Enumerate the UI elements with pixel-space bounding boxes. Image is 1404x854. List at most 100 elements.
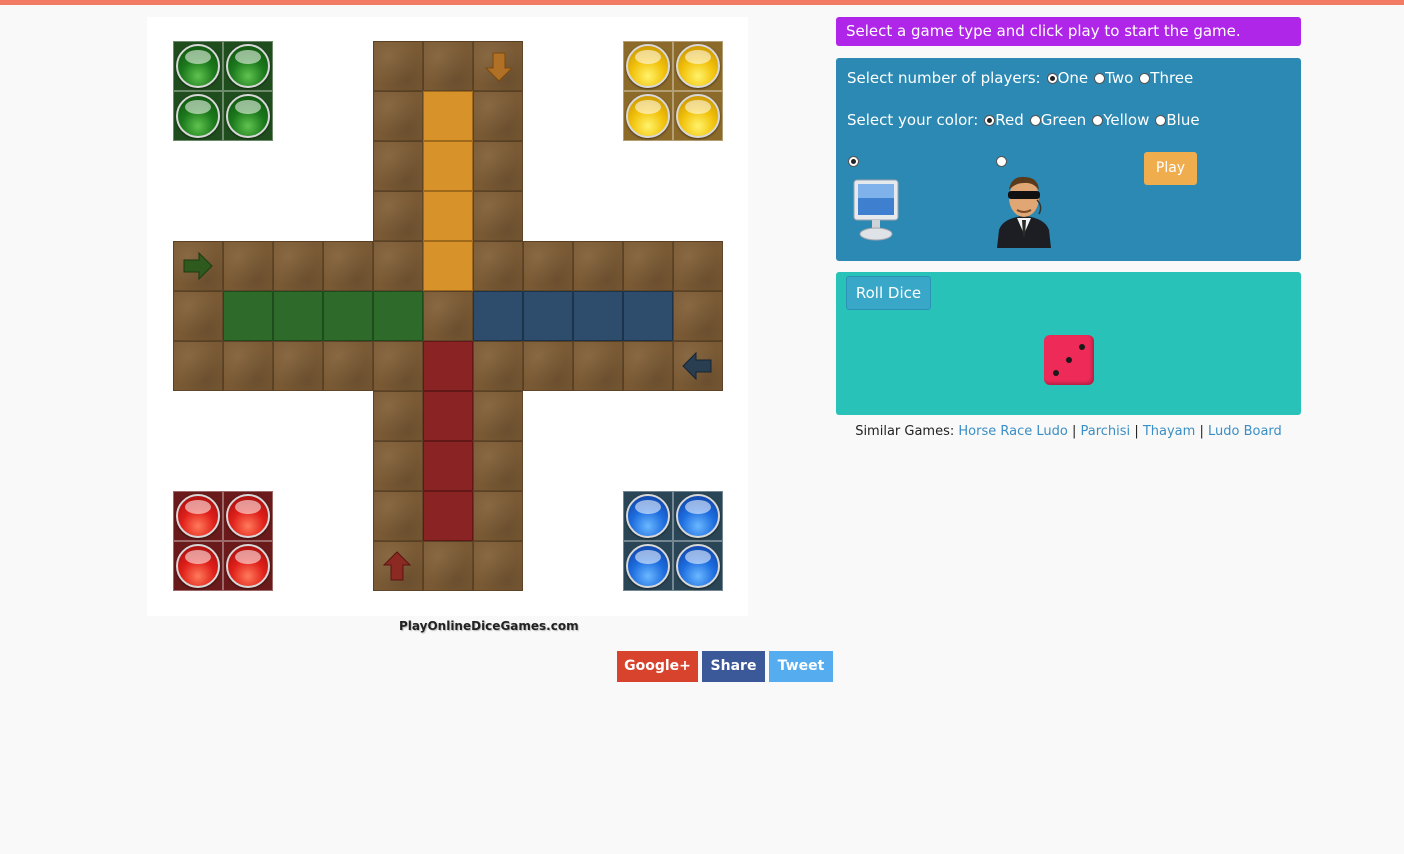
blue-token[interactable]: [626, 544, 670, 588]
board-cell[interactable]: [323, 341, 373, 391]
board-cell[interactable]: [423, 41, 473, 91]
board-cell[interactable]: [473, 541, 523, 591]
board-cell[interactable]: [423, 291, 473, 341]
board-cell[interactable]: [223, 291, 273, 341]
board-cell[interactable]: [423, 141, 473, 191]
human-opponent-radio[interactable]: [996, 156, 1007, 167]
board-cell[interactable]: [223, 341, 273, 391]
tweet-button[interactable]: Tweet: [769, 651, 833, 682]
roll-dice-button[interactable]: Roll Dice: [846, 276, 931, 310]
red-token[interactable]: [226, 544, 270, 588]
color-blue-radio[interactable]: [1155, 114, 1167, 126]
board-cell[interactable]: [673, 291, 723, 341]
red-token[interactable]: [176, 494, 220, 538]
board-cell[interactable]: [473, 391, 523, 441]
board-cell[interactable]: [473, 141, 523, 191]
board-cell[interactable]: [423, 91, 473, 141]
board-cell[interactable]: [473, 441, 523, 491]
play-button[interactable]: Play: [1144, 152, 1197, 185]
players-two-radio[interactable]: [1094, 72, 1106, 84]
board-cell[interactable]: [423, 441, 473, 491]
board-cell[interactable]: [373, 41, 423, 91]
board-cell[interactable]: [373, 391, 423, 441]
board-cell[interactable]: [373, 341, 423, 391]
link-horse-race-ludo[interactable]: Horse Race Ludo: [958, 424, 1067, 439]
board-cell[interactable]: [423, 541, 473, 591]
facebook-share-button[interactable]: Share: [702, 651, 765, 682]
board-cell[interactable]: [673, 241, 723, 291]
dice-face-three[interactable]: [1044, 335, 1094, 385]
board-cell[interactable]: [223, 241, 273, 291]
ludo-board[interactable]: [147, 17, 748, 616]
yellow-token[interactable]: [626, 94, 670, 138]
board-cell[interactable]: [173, 341, 223, 391]
board-cell[interactable]: [473, 241, 523, 291]
yellow-token[interactable]: [626, 44, 670, 88]
home-slot: [673, 541, 723, 591]
board-cell[interactable]: [323, 291, 373, 341]
board-cell[interactable]: [623, 341, 673, 391]
link-parchisi[interactable]: Parchisi: [1081, 424, 1131, 439]
arrow-left-icon: [682, 351, 712, 381]
board-cell[interactable]: [523, 241, 573, 291]
yellow-token[interactable]: [676, 44, 720, 88]
google-plus-button[interactable]: Google+: [617, 651, 698, 682]
blue-token[interactable]: [676, 544, 720, 588]
color-yellow-label: Yellow: [1103, 111, 1150, 129]
link-thayam[interactable]: Thayam: [1143, 424, 1195, 439]
players-three-radio[interactable]: [1139, 72, 1151, 84]
board-cell[interactable]: [473, 191, 523, 241]
board-cell[interactable]: [473, 91, 523, 141]
red-token[interactable]: [226, 494, 270, 538]
green-token[interactable]: [176, 44, 220, 88]
board-cell[interactable]: [523, 341, 573, 391]
computer-icon[interactable]: [852, 178, 900, 244]
red-token[interactable]: [176, 544, 220, 588]
home-red: [173, 491, 273, 591]
board-cell[interactable]: [423, 341, 473, 391]
board-cell[interactable]: [623, 291, 673, 341]
board-cell[interactable]: [273, 341, 323, 391]
home-blue: [623, 491, 723, 591]
green-token[interactable]: [176, 94, 220, 138]
board-cell[interactable]: [373, 141, 423, 191]
color-yellow-radio[interactable]: [1092, 114, 1104, 126]
board-cell[interactable]: [623, 241, 673, 291]
board-cell[interactable]: [473, 291, 523, 341]
board-cell[interactable]: [473, 491, 523, 541]
home-slot: [223, 541, 273, 591]
board-cell[interactable]: [373, 241, 423, 291]
human-agent-icon[interactable]: [993, 172, 1055, 248]
board-cell[interactable]: [423, 391, 473, 441]
home-slot: [223, 91, 273, 141]
home-slot: [623, 541, 673, 591]
board-cell[interactable]: [573, 291, 623, 341]
board-cell[interactable]: [423, 491, 473, 541]
board-cell[interactable]: [373, 491, 423, 541]
computer-opponent-radio[interactable]: [848, 156, 859, 167]
board-cell[interactable]: [273, 291, 323, 341]
board-cell[interactable]: [323, 241, 373, 291]
board-cell[interactable]: [173, 291, 223, 341]
board-cell[interactable]: [573, 341, 623, 391]
board-cell[interactable]: [473, 341, 523, 391]
board-cell[interactable]: [273, 241, 323, 291]
link-ludo-board[interactable]: Ludo Board: [1208, 424, 1282, 439]
board-cell[interactable]: [373, 441, 423, 491]
board-cell[interactable]: [373, 191, 423, 241]
board-cell[interactable]: [423, 191, 473, 241]
board-cell[interactable]: [373, 91, 423, 141]
players-one-radio[interactable]: [1046, 72, 1058, 84]
blue-token[interactable]: [626, 494, 670, 538]
green-token[interactable]: [226, 94, 270, 138]
board-cell[interactable]: [573, 241, 623, 291]
green-token[interactable]: [226, 44, 270, 88]
board-cell[interactable]: [373, 291, 423, 341]
yellow-token[interactable]: [676, 94, 720, 138]
color-red-radio[interactable]: [984, 114, 996, 126]
color-green-radio[interactable]: [1029, 114, 1041, 126]
link-separator: |: [1199, 424, 1204, 439]
blue-token[interactable]: [676, 494, 720, 538]
board-cell[interactable]: [423, 241, 473, 291]
board-cell[interactable]: [523, 291, 573, 341]
